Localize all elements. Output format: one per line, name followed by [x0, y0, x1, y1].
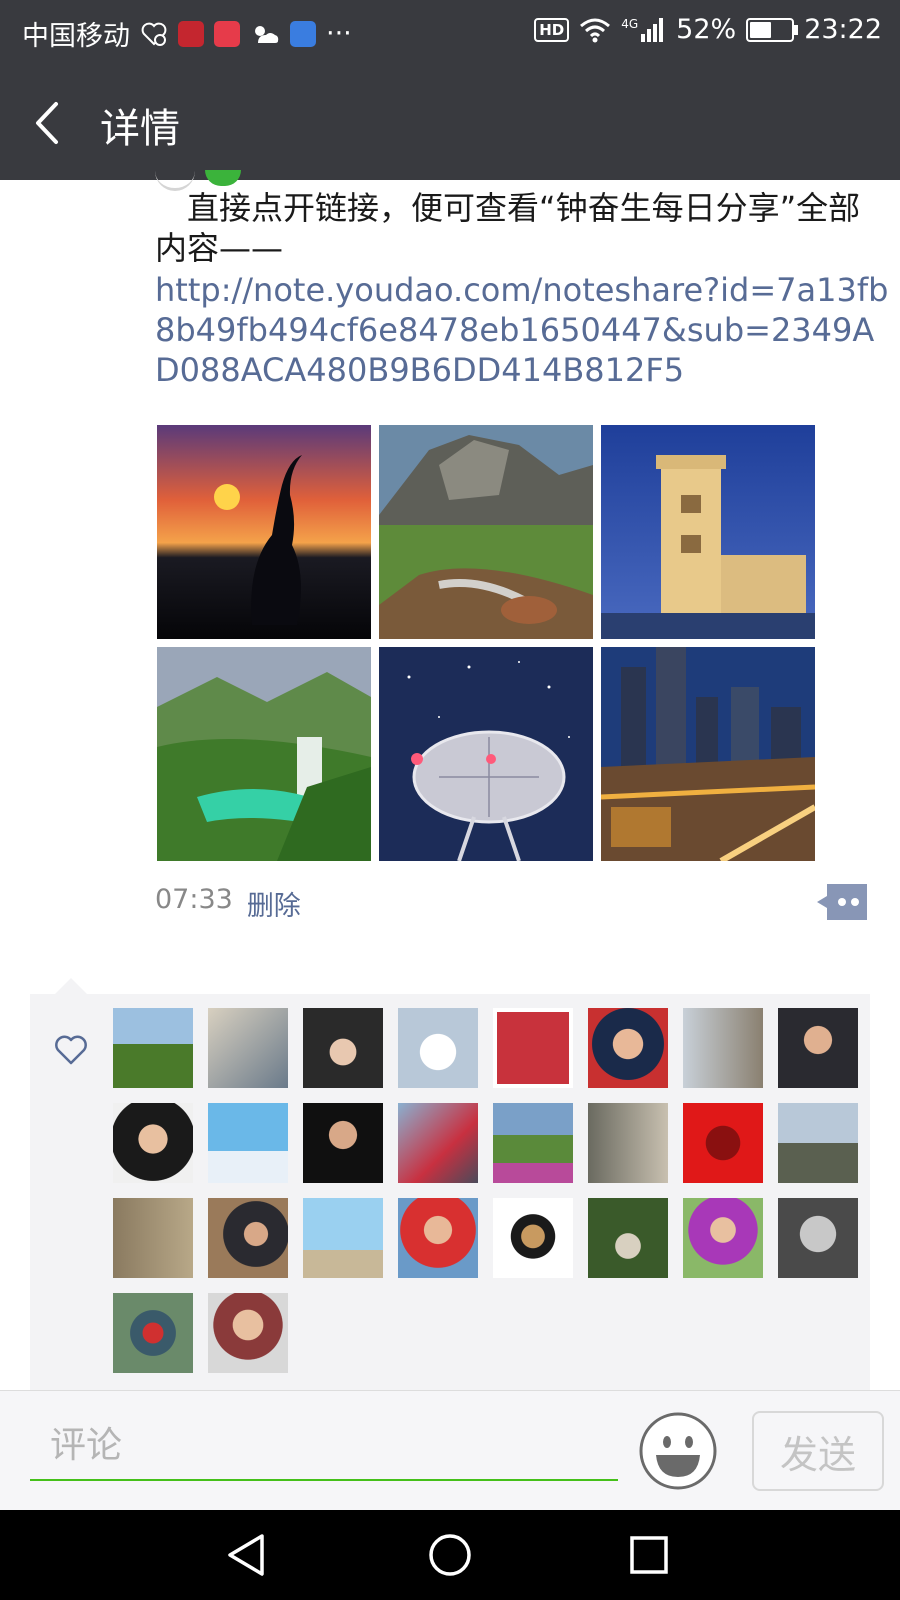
- post-meta: 07:33 删除: [155, 884, 301, 923]
- comment-bar: 发送: [0, 1390, 900, 1511]
- like-avatar[interactable]: [208, 1198, 288, 1278]
- emoji-icon[interactable]: [638, 1411, 718, 1491]
- battery-percent: 52%: [676, 14, 737, 45]
- like-avatar[interactable]: [208, 1293, 288, 1373]
- like-avatar[interactable]: [493, 1008, 573, 1088]
- clock: 23:22: [804, 14, 882, 45]
- battery-fill: [750, 21, 771, 38]
- like-avatar[interactable]: [303, 1103, 383, 1183]
- back-arrow-icon[interactable]: [30, 98, 70, 148]
- like-avatar[interactable]: [683, 1103, 763, 1183]
- photo-waterfall-valley[interactable]: [157, 647, 371, 861]
- like-avatar[interactable]: [208, 1103, 288, 1183]
- frog-emoji-icon: [205, 170, 241, 186]
- hd-badge: HD: [534, 17, 570, 42]
- photo-sunset-crane[interactable]: [157, 425, 371, 639]
- heart-outline-icon: [55, 1035, 87, 1065]
- post-text-content: 直接点开链接，便可查看“钟奋生每日分享”全部内容——: [155, 189, 861, 267]
- like-avatar[interactable]: [398, 1008, 478, 1088]
- like-avatar[interactable]: [208, 1008, 288, 1088]
- nav-back-icon[interactable]: [220, 1528, 274, 1582]
- like-avatar[interactable]: [113, 1103, 193, 1183]
- photo-city-night[interactable]: [601, 647, 815, 861]
- signal-icon: [641, 17, 664, 42]
- nav-recents-icon[interactable]: [622, 1528, 676, 1582]
- like-avatar[interactable]: [398, 1103, 478, 1183]
- photo-mountain-stream[interactable]: [379, 425, 593, 639]
- like-avatar[interactable]: [588, 1103, 668, 1183]
- like-avatar[interactable]: [778, 1198, 858, 1278]
- like-avatar[interactable]: [588, 1008, 668, 1088]
- comment-menu-icon[interactable]: [815, 882, 869, 922]
- nav-home-icon[interactable]: [423, 1528, 477, 1582]
- vpn-heart-icon: [141, 22, 167, 46]
- like-avatar[interactable]: [493, 1103, 573, 1183]
- baidu-app-icon: [290, 20, 316, 47]
- like-avatar[interactable]: [683, 1008, 763, 1088]
- comment-input[interactable]: [30, 1411, 618, 1481]
- status-bar: 中国移动 ··· HD 4G 52% 23:22: [0, 0, 900, 62]
- like-avatar[interactable]: [113, 1008, 193, 1088]
- signal-group: 4G: [621, 17, 666, 43]
- like-avatar[interactable]: [303, 1198, 383, 1278]
- navigation-bar: [0, 1510, 900, 1600]
- photo-radio-telescope[interactable]: [379, 647, 593, 861]
- page-title: 详情: [100, 106, 180, 152]
- like-avatar[interactable]: [683, 1198, 763, 1278]
- like-avatar[interactable]: [778, 1008, 858, 1088]
- carrier-label: 中国移动: [22, 21, 130, 52]
- post-text: 直接点开链接，便可查看“钟奋生每日分享”全部内容——: [155, 188, 875, 268]
- like-avatar[interactable]: [303, 1008, 383, 1088]
- delete-link[interactable]: 删除: [247, 884, 301, 923]
- wifi-icon: [580, 18, 611, 42]
- post-link[interactable]: http://note.youdao.com/noteshare?id=7a13…: [155, 270, 895, 390]
- post-time: 07:33: [155, 884, 233, 915]
- video-app-icon: [214, 20, 240, 47]
- like-avatar[interactable]: [493, 1198, 573, 1278]
- likes-panel: [30, 994, 870, 1390]
- likes-arrow: [55, 978, 87, 994]
- title-bar: 详情: [0, 62, 900, 180]
- more-notifications-icon: ···: [326, 18, 352, 49]
- like-avatar[interactable]: [113, 1293, 193, 1373]
- photo-belem-tower[interactable]: [601, 425, 815, 639]
- send-button[interactable]: 发送: [752, 1411, 884, 1491]
- huawei-app-icon: [178, 20, 204, 47]
- like-avatar[interactable]: [778, 1103, 858, 1183]
- like-avatar[interactable]: [113, 1198, 193, 1278]
- weather-icon: [255, 25, 279, 43]
- network-type: 4G: [621, 16, 639, 31]
- battery-icon: [746, 17, 799, 42]
- like-avatar[interactable]: [398, 1198, 478, 1278]
- like-avatar[interactable]: [588, 1198, 668, 1278]
- photo-grid: [157, 425, 817, 861]
